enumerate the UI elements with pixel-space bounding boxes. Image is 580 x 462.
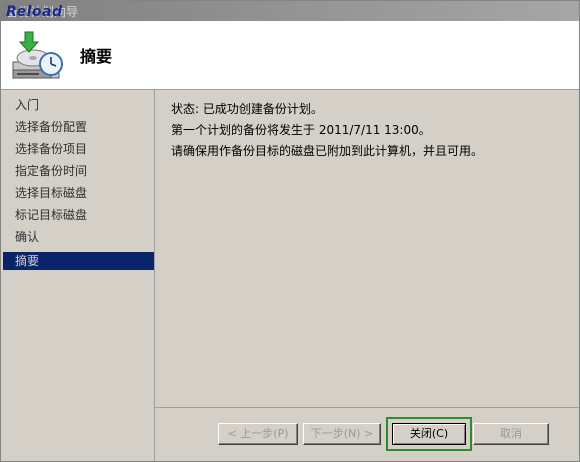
page-title: 摘要	[80, 47, 113, 66]
next-button[interactable]: 下一步(N) >	[303, 423, 381, 445]
status-message: 状态: 已成功创建备份计划。	[171, 102, 323, 116]
cancel-button[interactable]: 取消	[473, 423, 549, 445]
step-specify-backup-time: 指定备份时间	[15, 164, 88, 178]
step-getting-started: 入门	[15, 98, 40, 112]
wizard-button-bar: < 上一步(P) 下一步(N) > 关闭(C) 取消	[155, 407, 579, 461]
disk-attached-message: 请确保用作备份目标的磁盘已附加到此计算机，并且可用。	[171, 144, 484, 158]
reload-logo: Reload	[6, 4, 63, 20]
step-label-target-disk: 标记目标磁盘	[15, 208, 88, 222]
step-summary: 摘要	[3, 252, 154, 270]
step-confirmation: 确认	[15, 230, 40, 244]
backup-wizard-window: 备份计划向导 Reload 摘要 入门 选择备份配置 选择备份项目 指定备份时间…	[0, 0, 580, 462]
backup-clock-icon	[12, 31, 63, 79]
previous-button[interactable]: < 上一步(P)	[218, 423, 298, 445]
step-select-backup-config: 选择备份配置	[15, 120, 88, 134]
close-button[interactable]: 关闭(C)	[392, 423, 466, 445]
first-backup-message: 第一个计划的备份将发生于 2011/7/11 13:00。	[171, 123, 431, 137]
wizard-steps-sidebar: 入门 选择备份配置 选择备份项目 指定备份时间 选择目标磁盘 标记目标磁盘 确认…	[1, 90, 155, 461]
title-bar: 备份计划向导 Reload	[1, 1, 579, 21]
step-select-target-disk: 选择目标磁盘	[15, 186, 88, 200]
wizard-header: 摘要	[1, 21, 579, 90]
summary-content: 状态: 已成功创建备份计划。 第一个计划的备份将发生于 2011/7/11 13…	[155, 90, 579, 410]
step-select-backup-items: 选择备份项目	[15, 142, 88, 156]
